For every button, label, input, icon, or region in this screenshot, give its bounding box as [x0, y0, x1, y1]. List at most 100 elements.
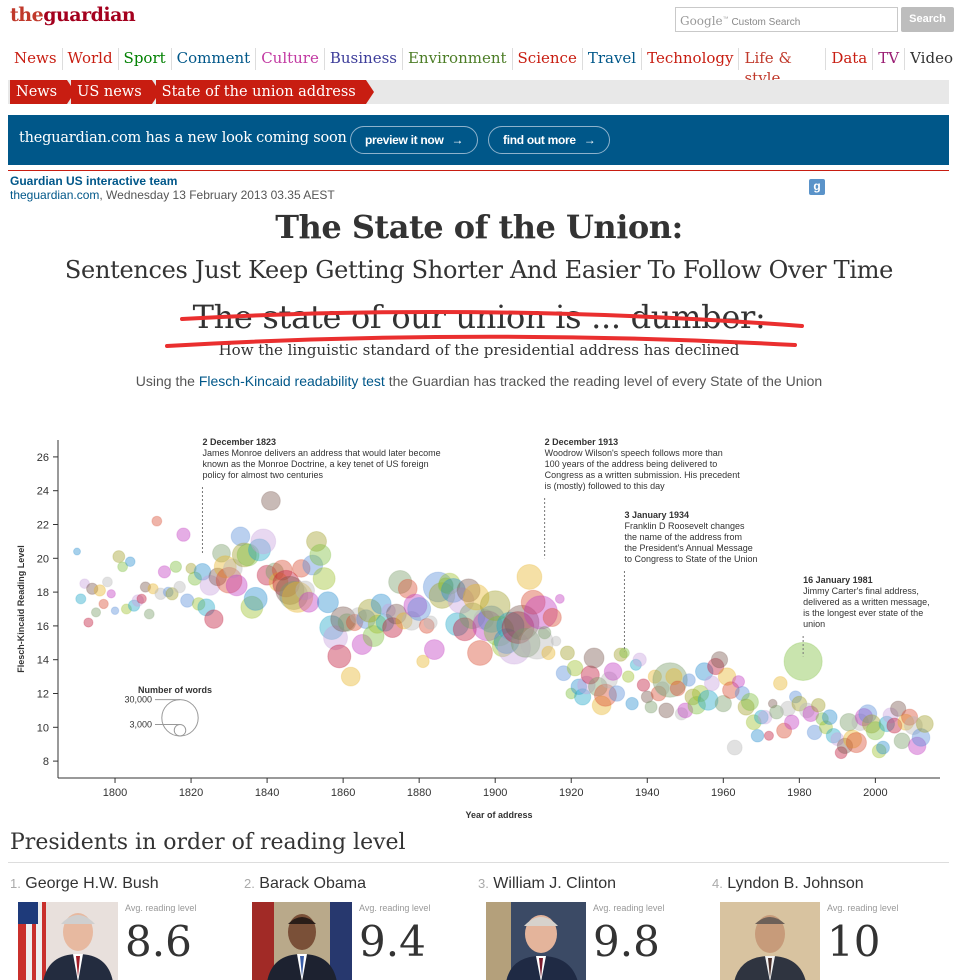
y-tick-label: 14: [37, 655, 49, 667]
breadcrumb-state-of-the-union[interactable]: State of the union address: [155, 80, 374, 104]
president-card[interactable]: 1. George H.W. Bush Avg. reading level 8…: [10, 875, 235, 980]
nav-item-business[interactable]: Business: [325, 48, 403, 70]
data-point: [423, 615, 438, 630]
annotation-title: 3 January 1934: [624, 510, 689, 520]
size-legend-label: 30,000: [124, 695, 152, 705]
x-tick-label: 1920: [559, 787, 583, 799]
logo-guardian: guardian: [43, 4, 136, 26]
y-tick-label: 26: [37, 452, 49, 464]
data-point: [915, 714, 934, 733]
guardian-g-icon[interactable]: g: [809, 179, 825, 195]
data-point: [173, 580, 186, 594]
find-out-more-button[interactable]: find out more →: [488, 126, 611, 154]
data-point: [176, 527, 191, 542]
data-point: [110, 606, 120, 615]
annotation-text: Jimmy Carter's final address,: [803, 586, 919, 596]
annotation-text: is (mostly) followed to this day: [545, 481, 666, 491]
nav-item-news[interactable]: News: [8, 48, 63, 70]
x-tick-label: 1840: [255, 787, 279, 799]
nav-item-travel[interactable]: Travel: [583, 48, 643, 70]
data-point: [90, 607, 102, 618]
data-point: [101, 576, 113, 588]
nav-item-culture[interactable]: Culture: [256, 48, 325, 70]
data-point: [559, 645, 575, 661]
page-subtitle: Sentences Just Keep Getting Shorter And …: [64, 256, 894, 284]
x-tick-label: 1960: [711, 787, 735, 799]
president-card[interactable]: 2. Barack Obama Avg. reading level 9.4: [244, 875, 469, 980]
y-tick-label: 16: [37, 621, 49, 633]
x-tick-label: 1800: [103, 787, 127, 799]
data-point: [467, 640, 493, 666]
search-placeholder: Custom Search: [731, 17, 801, 28]
president-portrait: [18, 902, 118, 980]
preview-it-now-button[interactable]: preview it now →: [350, 126, 479, 154]
breadcrumb-news[interactable]: News: [10, 80, 76, 104]
data-point: [603, 662, 623, 681]
author-link[interactable]: Guardian US interactive team: [10, 174, 335, 188]
data-point: [876, 740, 890, 755]
google-brand-text: Google: [680, 14, 723, 28]
y-tick-label: 10: [37, 722, 49, 734]
search-input[interactable]: Google™ Custom Search: [675, 7, 898, 32]
search-button[interactable]: Search: [901, 7, 954, 32]
data-point: [312, 567, 336, 591]
intro-text: Using the Flesch-Kincaid readability tes…: [0, 373, 958, 389]
data-point: [750, 728, 765, 743]
data-point: [243, 586, 268, 611]
data-point: [98, 598, 109, 610]
data-point: [726, 739, 743, 756]
x-tick-label: 1860: [331, 787, 355, 799]
nav-item-world[interactable]: World: [63, 48, 119, 70]
data-point: [180, 593, 195, 608]
reading-level-label: Avg. reading level: [125, 903, 197, 913]
reading-level-value: 9.8: [593, 917, 660, 966]
data-point: [566, 659, 584, 677]
annotation-text: 100 years of the address being delivered…: [545, 459, 718, 469]
flesch-kincaid-link[interactable]: Flesch-Kincaid readability test: [199, 373, 385, 389]
arrow-right-icon: →: [451, 133, 464, 147]
breadcrumb-us-news[interactable]: US news: [71, 80, 160, 104]
president-card[interactable]: 3. William J. Clinton Avg. reading level…: [478, 875, 703, 980]
data-point: [619, 647, 630, 659]
data-point: [632, 652, 647, 667]
nav-item-technology[interactable]: Technology: [642, 48, 740, 70]
x-tick-label: 1940: [635, 787, 659, 799]
nav-item-tv[interactable]: TV: [873, 48, 906, 70]
data-point: [773, 676, 788, 691]
nav-item-life-style[interactable]: Life & style: [739, 48, 827, 87]
nav-item-video[interactable]: Video: [905, 48, 958, 70]
x-tick-label: 1900: [483, 787, 507, 799]
data-point: [541, 645, 556, 661]
x-tick-label: 1820: [179, 787, 203, 799]
president-portrait: [486, 902, 586, 980]
nav-item-data[interactable]: Data: [826, 48, 874, 70]
annotation-text: known as the Monroe Doctrine, a key tene…: [202, 459, 428, 469]
data-point: [83, 617, 94, 628]
president-portrait: [720, 902, 820, 980]
president-name: William J. Clinton: [493, 875, 616, 892]
nav-item-sport[interactable]: Sport: [119, 48, 172, 70]
nav-item-environment[interactable]: Environment: [403, 48, 513, 70]
president-rank: 1.: [10, 876, 21, 891]
annotation-text: to Congress to State of the Union: [624, 554, 757, 564]
intro-post: the Guardian has tracked the reading lev…: [384, 373, 823, 389]
annotation-title: 2 December 1823: [202, 437, 276, 447]
reading-level-value: 9.4: [359, 917, 426, 966]
president-rank: 2.: [244, 876, 255, 891]
data-point: [542, 607, 562, 628]
nav-item-science[interactable]: Science: [513, 48, 583, 70]
reading-level-chart: 81012141618202224261800 1820 1840 1860 1880 1…: [16, 437, 940, 820]
preview-label: preview it now: [365, 133, 444, 147]
x-axis-title: Year of address: [465, 810, 532, 820]
logo-the: the: [10, 4, 44, 26]
presidents-heading: Presidents in order of reading level: [10, 830, 406, 855]
data-point: [669, 680, 686, 697]
site-link[interactable]: theguardian.com: [10, 188, 99, 202]
section-nav: News World Sport Comment Culture Business Envi…: [8, 48, 958, 87]
y-tick-label: 12: [37, 689, 49, 701]
nav-item-comment[interactable]: Comment: [172, 48, 257, 70]
guardian-logo[interactable]: theguardian: [10, 4, 136, 26]
data-point: [340, 666, 361, 687]
president-card[interactable]: 4. Lyndon B. Johnson Avg. reading level …: [712, 875, 937, 980]
data-point: [298, 591, 320, 613]
